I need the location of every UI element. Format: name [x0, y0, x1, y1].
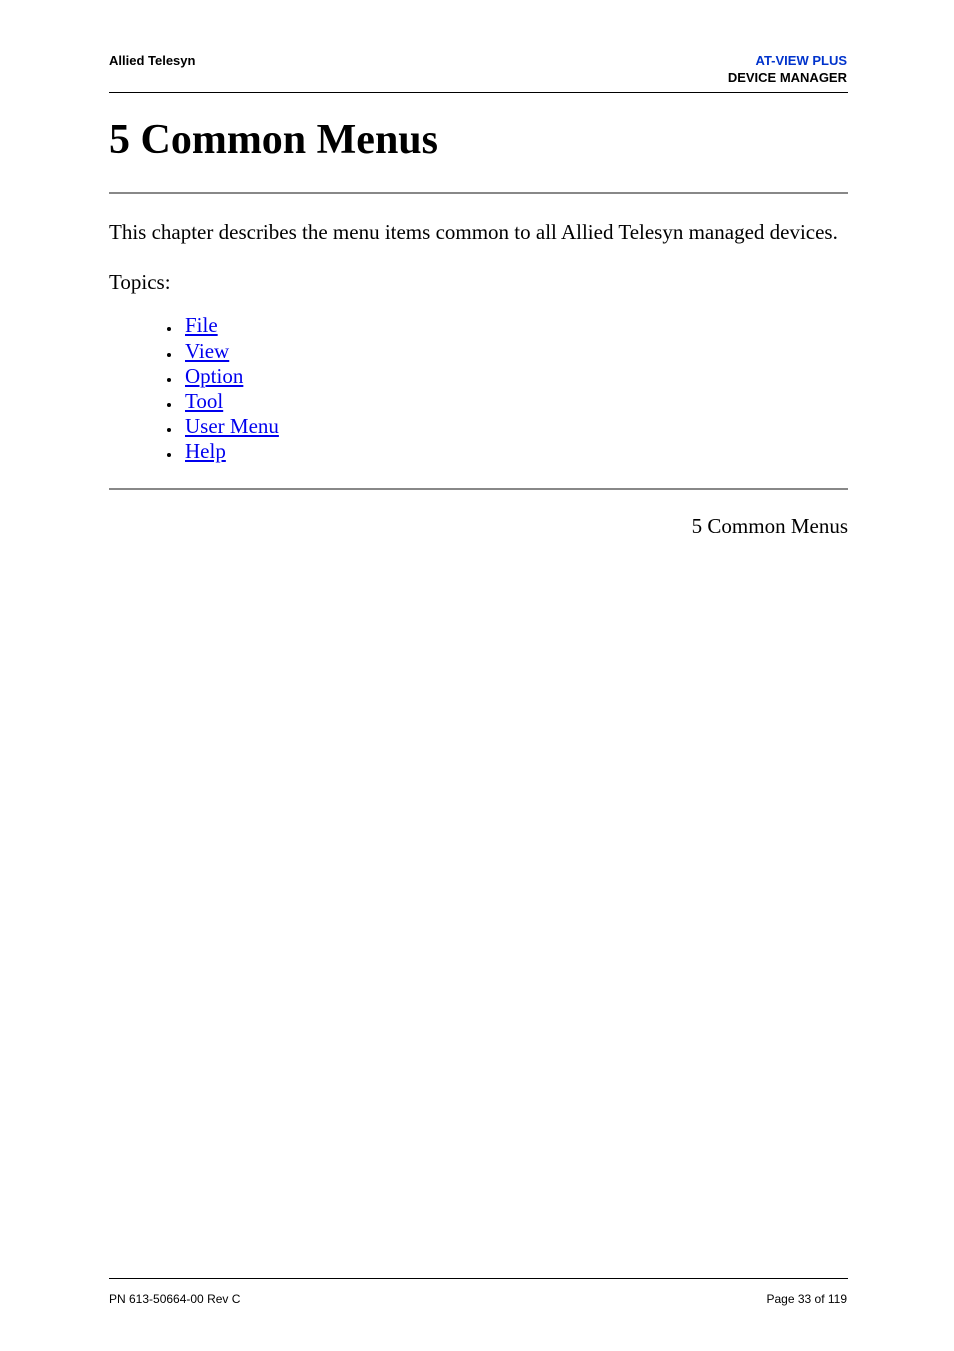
- footer-rule: [109, 1278, 848, 1279]
- topics-item: Help: [181, 439, 848, 464]
- link-file[interactable]: File: [185, 313, 218, 337]
- topics-item: Tool: [181, 389, 848, 414]
- link-view[interactable]: View: [185, 339, 229, 363]
- intro-text: This chapter describes the menu items co…: [109, 218, 848, 246]
- header-subtitle: DEVICE MANAGER: [728, 70, 847, 87]
- topics-item: User Menu: [181, 414, 848, 439]
- bottom-rule: [109, 488, 848, 490]
- content: 5 Common Menus This chapter describes th…: [109, 116, 848, 539]
- header-product: AT-VIEW PLUS: [728, 53, 847, 70]
- title-rule: [109, 192, 848, 194]
- link-tool[interactable]: Tool: [185, 389, 223, 413]
- topics-item: File: [181, 313, 848, 338]
- footer-left: PN 613-50664-00 Rev C: [109, 1292, 240, 1306]
- topics-item: View: [181, 339, 848, 364]
- topics-list: File View Option Tool User Menu Help: [181, 313, 848, 464]
- header-left: Allied Telesyn: [109, 53, 195, 68]
- topics-item: Option: [181, 364, 848, 389]
- footer-right: Page 33 of 119: [766, 1292, 847, 1306]
- page: Allied Telesyn AT-VIEW PLUS DEVICE MANAG…: [0, 0, 954, 1351]
- header-rule: [109, 92, 848, 93]
- link-option[interactable]: Option: [185, 364, 243, 388]
- link-user-menu[interactable]: User Menu: [185, 414, 279, 438]
- breadcrumb: 5 Common Menus: [109, 514, 848, 539]
- page-title: 5 Common Menus: [109, 116, 848, 164]
- topics-label: Topics:: [109, 270, 848, 295]
- header-right: AT-VIEW PLUS DEVICE MANAGER: [728, 53, 847, 87]
- link-help[interactable]: Help: [185, 439, 226, 463]
